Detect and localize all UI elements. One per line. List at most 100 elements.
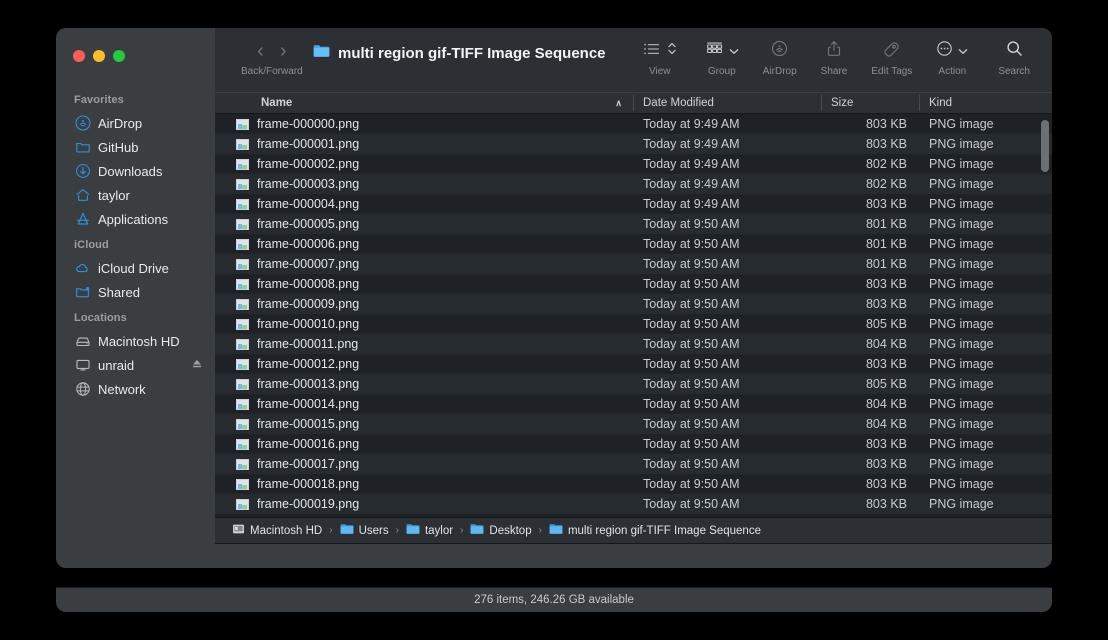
share-icon: [827, 40, 841, 62]
column-header-name-label: Name: [261, 97, 293, 109]
sidebar-item-github[interactable]: GitHub: [56, 135, 215, 159]
file-name-cell: frame-000009.png: [215, 297, 634, 311]
column-header-kind[interactable]: Kind: [920, 92, 1052, 114]
sidebar-item-icloud-drive[interactable]: iCloud Drive: [56, 256, 215, 280]
vertical-scrollbar[interactable]: [1041, 116, 1049, 515]
group-label: Group: [707, 66, 736, 77]
file-name-label: frame-000001.png: [257, 137, 360, 151]
file-name-label: frame-000014.png: [257, 397, 360, 411]
table-row[interactable]: frame-000015.png Today at 9:50 AM 804 KB PN…: [215, 414, 1052, 434]
close-button[interactable]: [73, 50, 85, 62]
file-name-label: frame-000013.png: [257, 377, 360, 391]
table-row[interactable]: frame-000009.png Today at 9:50 AM 803 KB PN…: [215, 294, 1052, 314]
column-header-size[interactable]: Size: [822, 92, 920, 114]
table-row[interactable]: frame-000008.png Today at 9:50 AM 803 KB PN…: [215, 274, 1052, 294]
table-row[interactable]: frame-000013.png Today at 9:50 AM 805 KB PN…: [215, 374, 1052, 394]
file-name-label: frame-000015.png: [257, 417, 360, 431]
table-row[interactable]: frame-000010.png Today at 9:50 AM 805 KB PN…: [215, 314, 1052, 334]
png-image-icon: [236, 458, 249, 470]
png-image-icon: [236, 398, 249, 410]
breadcrumb-label: Desktop: [489, 524, 532, 537]
png-image-icon: [236, 238, 249, 250]
applications-icon: [74, 211, 91, 228]
file-name-cell: frame-000016.png: [215, 437, 634, 451]
file-date-cell: Today at 9:50 AM: [643, 477, 740, 491]
file-kind-cell: PNG image: [929, 457, 994, 471]
scrollbar-thumb[interactable]: [1041, 120, 1049, 172]
column-header-name[interactable]: Name ∧: [215, 92, 634, 114]
table-row[interactable]: frame-000014.png Today at 9:50 AM 804 KB PN…: [215, 394, 1052, 414]
table-row[interactable]: frame-000011.png Today at 9:50 AM 804 KB PN…: [215, 334, 1052, 354]
table-row[interactable]: frame-000000.png Today at 9:49 AM 803 KB PN…: [215, 114, 1052, 134]
file-size-cell: 801 KB: [865, 257, 907, 271]
table-row[interactable]: frame-000016.png Today at 9:50 AM 803 KB PN…: [215, 434, 1052, 454]
file-date-cell: Today at 9:50 AM: [643, 257, 740, 271]
edit-tags-button[interactable]: Edit Tags: [871, 28, 912, 77]
table-row[interactable]: frame-000012.png Today at 9:50 AM 803 KB PN…: [215, 354, 1052, 374]
airdrop-button[interactable]: AirDrop: [763, 28, 797, 77]
sidebar-item-label: taylor: [98, 187, 130, 203]
view-button[interactable]: View: [643, 28, 677, 77]
forward-button[interactable]: ›: [280, 41, 287, 61]
file-name-label: frame-000000.png: [257, 117, 360, 131]
sidebar-item-label: Network: [98, 381, 146, 397]
table-row[interactable]: frame-000019.png Today at 9:50 AM 803 KB PN…: [215, 494, 1052, 514]
breadcrumb-item[interactable]: multi region gif-TIFF Image Sequence: [549, 523, 761, 538]
display-icon: [74, 357, 91, 374]
column-header-date-modified[interactable]: Date Modified: [634, 92, 822, 114]
action-button[interactable]: Action: [936, 28, 968, 77]
file-name-label: frame-000006.png: [257, 237, 360, 251]
file-date-cell: Today at 9:50 AM: [643, 397, 740, 411]
table-row[interactable]: frame-000018.png Today at 9:50 AM 803 KB PN…: [215, 474, 1052, 494]
minimize-button[interactable]: [93, 50, 105, 62]
breadcrumb-label: multi region gif-TIFF Image Sequence: [567, 524, 761, 537]
sidebar-item-unraid[interactable]: unraid: [56, 353, 215, 377]
file-kind-cell: PNG image: [929, 477, 994, 491]
table-row[interactable]: frame-000004.png Today at 9:49 AM 803 KB PN…: [215, 194, 1052, 214]
sidebar-item-macintosh-hd[interactable]: Macintosh HD: [56, 329, 215, 353]
breadcrumb-item[interactable]: Desktop: [470, 523, 532, 538]
table-row[interactable]: frame-000003.png Today at 9:49 AM 802 KB PN…: [215, 174, 1052, 194]
list-view-icon: [643, 42, 660, 61]
file-kind-cell: PNG image: [929, 217, 994, 231]
airdrop-label: AirDrop: [762, 66, 797, 77]
png-image-icon: [236, 378, 249, 390]
sidebar-item-downloads[interactable]: Downloads: [56, 159, 215, 183]
sidebar-item-airdrop[interactable]: AirDrop: [56, 111, 215, 135]
file-size-cell: 803 KB: [865, 477, 907, 491]
table-row[interactable]: frame-000001.png Today at 9:49 AM 803 KB PN…: [215, 134, 1052, 154]
maximize-button[interactable]: [113, 50, 125, 62]
png-image-icon: [236, 198, 249, 210]
table-row[interactable]: frame-000017.png Today at 9:50 AM 803 KB PN…: [215, 454, 1052, 474]
group-button[interactable]: Group: [705, 28, 739, 77]
breadcrumb-item[interactable]: Macintosh HD: [232, 523, 322, 538]
finder-window: Favorites AirDrop GitHub Downloads taylo…: [56, 28, 1052, 568]
file-size-cell: 803 KB: [865, 457, 907, 471]
table-row[interactable]: frame-000005.png Today at 9:50 AM 801 KB PN…: [215, 214, 1052, 234]
file-size-cell: 803 KB: [865, 357, 907, 371]
table-row[interactable]: frame-000002.png Today at 9:49 AM 802 KB PN…: [215, 154, 1052, 174]
file-kind-cell: PNG image: [929, 197, 994, 211]
sidebar-item-taylor[interactable]: taylor: [56, 183, 215, 207]
file-name-label: frame-000019.png: [257, 497, 360, 511]
sidebar-item-shared[interactable]: Shared: [56, 280, 215, 304]
share-button[interactable]: Share: [821, 28, 847, 77]
file-name-label: frame-000017.png: [257, 457, 360, 471]
file-list[interactable]: frame-000000.png Today at 9:49 AM 803 KB PN…: [215, 114, 1052, 517]
file-kind-cell: PNG image: [929, 417, 994, 431]
file-size-cell: 803 KB: [865, 497, 907, 511]
eject-icon[interactable]: [191, 358, 203, 373]
file-kind-cell: PNG image: [929, 257, 994, 271]
sidebar-item-network[interactable]: Network: [56, 377, 215, 401]
back-button[interactable]: ‹: [257, 41, 264, 61]
breadcrumb: Macintosh HD › Users › taylor › Desktop › multi …: [215, 517, 1052, 543]
png-image-icon: [236, 278, 249, 290]
file-kind-cell: PNG image: [929, 297, 994, 311]
sidebar-item-applications[interactable]: Applications: [56, 207, 215, 231]
breadcrumb-item[interactable]: Users: [340, 523, 389, 538]
table-row[interactable]: frame-000007.png Today at 9:50 AM 801 KB PN…: [215, 254, 1052, 274]
search-button[interactable]: Search: [998, 28, 1030, 77]
png-image-icon: [236, 478, 249, 490]
breadcrumb-item[interactable]: taylor: [406, 523, 453, 538]
table-row[interactable]: frame-000006.png Today at 9:50 AM 801 KB PN…: [215, 234, 1052, 254]
